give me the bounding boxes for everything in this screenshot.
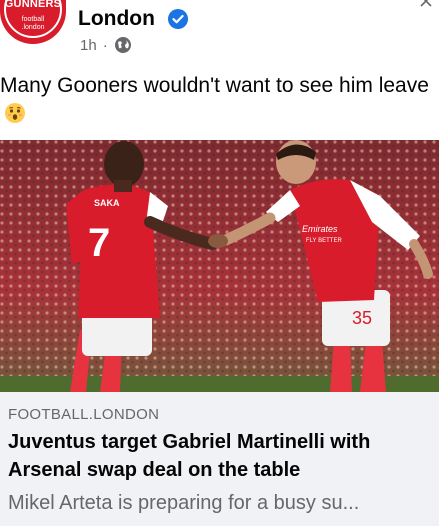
left-player-number: 7 — [88, 221, 110, 265]
link-domain: FOOTBALL.LONDON — [8, 406, 160, 423]
post-message: Many Gooners wouldn't want to see him le… — [0, 72, 435, 128]
globe-icon — [114, 37, 131, 53]
page-avatar[interactable]: GUNNERS football .london — [0, 0, 66, 44]
astonished-face-emoji-icon — [5, 103, 25, 123]
link-headline[interactable]: Juventus target Gabriel Martinelli with … — [8, 428, 436, 484]
post-time[interactable]: 1h — [80, 37, 97, 54]
page-name[interactable]: London — [78, 7, 155, 31]
avatar-sub-line1: football — [21, 16, 45, 23]
verified-badge-icon — [168, 9, 188, 29]
football-players-image: SAKA 7 Emirates FLY BETTER 35 — [0, 140, 439, 392]
avatar-brand-text: GUNNERS — [4, 0, 62, 10]
left-player-name: SAKA — [94, 198, 120, 208]
post-message-text: Many Gooners wouldn't want to see him le… — [0, 74, 429, 97]
meta-separator: · — [102, 36, 108, 54]
right-player-sponsor-line1: Emirates — [302, 224, 338, 234]
right-player-number: 35 — [352, 308, 372, 328]
right-player-sponsor-line2: FLY BETTER — [306, 238, 342, 244]
post-meta: 1h · — [80, 36, 132, 54]
handshake — [208, 234, 228, 248]
avatar-sub-line2: .london — [21, 24, 45, 31]
link-preview-card[interactable]: FOOTBALL.LONDON Juventus target Gabriel … — [0, 392, 439, 526]
post-header: GUNNERS football .london London 1h · — [0, 0, 439, 62]
post-photo[interactable]: SAKA 7 Emirates FLY BETTER 35 — [0, 140, 439, 392]
link-description: Mikel Arteta is preparing for a busy su.… — [8, 492, 360, 514]
close-icon[interactable] — [419, 0, 433, 8]
avatar-sub-text: football .london — [0, 16, 66, 32]
